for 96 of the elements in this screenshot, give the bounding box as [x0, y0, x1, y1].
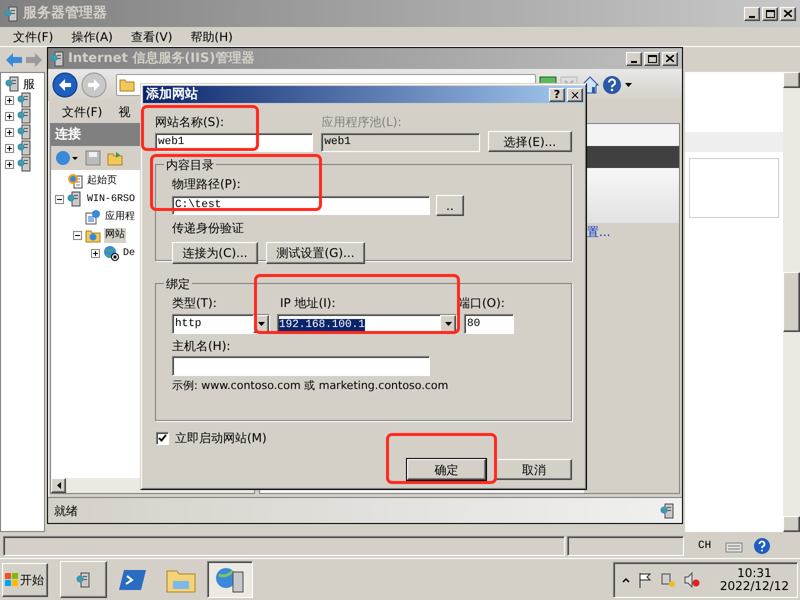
close-button[interactable] [780, 6, 796, 20]
port-field[interactable]: 80 [464, 314, 514, 334]
globe-server-icon [660, 502, 676, 518]
tree-item[interactable]: 应用程 [104, 210, 136, 224]
caret-icon [258, 322, 264, 326]
ok-button[interactable]: 确定 [407, 459, 486, 480]
expand-icon[interactable] [5, 112, 14, 120]
globe-stop-icon [103, 245, 119, 261]
type-label: 类型(T): [172, 295, 218, 312]
windows-logo-icon [5, 572, 19, 586]
window-title: Internet 信息服务(IIS)管理器 [68, 50, 254, 68]
maximize-button[interactable] [762, 6, 778, 20]
server-icon [5, 76, 21, 92]
panel-title: 连接 [55, 126, 81, 144]
connect-as-button[interactable]: 连接为(C)... [172, 242, 258, 264]
help-icon[interactable] [602, 75, 622, 95]
menu-item[interactable]: 文件(F) [62, 103, 102, 121]
start-button[interactable]: 开始 [2, 562, 48, 596]
server-icon [17, 92, 33, 108]
back-button[interactable] [52, 72, 78, 98]
caret-icon [444, 322, 452, 326]
server-toolbox-icon [76, 572, 92, 588]
example-text: 示例: www.contoso.com 或 marketing.contoso.com [172, 378, 450, 394]
site-name-label: 网站名称(S): [155, 114, 226, 131]
terminal-icon [119, 568, 147, 592]
close-button[interactable]: × [567, 88, 583, 102]
expand-icon[interactable] [5, 160, 14, 168]
server-icon [17, 140, 33, 156]
type-dropdown[interactable]: http [172, 314, 270, 334]
menu-item[interactable]: 视 [118, 103, 130, 121]
taskbar-button[interactable] [207, 561, 253, 598]
maximize-button[interactable] [644, 52, 660, 66]
clock-date[interactable]: 2022/12/12 [720, 580, 789, 592]
collapse-icon[interactable] [54, 194, 64, 204]
menu-item[interactable]: 操作(A) [71, 28, 113, 46]
expand-icon[interactable] [90, 248, 100, 258]
tree-item[interactable]: De [122, 246, 136, 260]
expand-icon[interactable] [5, 96, 14, 104]
expand-icon[interactable] [5, 144, 14, 152]
group-title: 绑定 [164, 275, 192, 293]
close-button[interactable] [662, 52, 678, 66]
browse-button[interactable]: .. [436, 195, 464, 216]
help-button[interactable]: ? [549, 88, 565, 102]
server-icon [4, 6, 20, 22]
app-pool-label: 应用程序池(L): [321, 114, 402, 131]
server-icon [17, 124, 33, 140]
clock-time[interactable]: 10:31 [737, 566, 772, 580]
cancel-button[interactable]: 取消 [496, 459, 572, 480]
host-field[interactable] [172, 356, 430, 376]
menu-item[interactable]: 帮助(H) [190, 28, 233, 46]
globe-icon[interactable] [55, 149, 79, 167]
select-button[interactable]: 选择(E)... [488, 131, 572, 152]
speaker-muted-icon[interactable] [684, 572, 700, 588]
globe-server-icon [50, 50, 66, 66]
server-icon [17, 156, 33, 172]
help-icon[interactable] [753, 537, 772, 555]
host-label: 主机名(H): [172, 338, 232, 355]
menu-item[interactable]: 文件(F) [13, 28, 54, 46]
minimize-button[interactable] [626, 52, 642, 66]
ip-label: IP 地址(I): [279, 295, 337, 312]
menu-item[interactable]: 查看(V) [130, 28, 172, 46]
close-icon [666, 55, 674, 62]
status-text: 就绪 [54, 502, 78, 520]
close-icon [784, 10, 792, 17]
chevron-up-icon[interactable] [622, 576, 630, 584]
save-icon[interactable] [85, 150, 101, 166]
document-globe-icon [85, 209, 101, 225]
flag-icon[interactable] [638, 572, 652, 588]
tree-item[interactable]: 服 [23, 75, 35, 93]
dialog-title: 添加网站 [146, 86, 198, 104]
app-pool-field[interactable]: web1 [321, 133, 480, 152]
checkbox[interactable] [156, 432, 169, 444]
tree-item[interactable]: WIN-6RSO [86, 192, 136, 206]
start-now-label: 立即启动网站(M) [175, 430, 267, 447]
network-icon[interactable] [660, 572, 676, 588]
folder-icon [119, 78, 135, 92]
ip-value: 192.168.100.1 [279, 319, 365, 332]
collapse-icon[interactable] [72, 230, 82, 240]
tree-item[interactable]: 起始页 [86, 174, 118, 188]
window-title: 服务器管理器 [23, 4, 107, 23]
path-field[interactable]: C:\test [172, 196, 430, 215]
vertical-scrollbar[interactable] [783, 72, 800, 532]
globe-server-icon [215, 566, 245, 594]
test-settings-button[interactable]: 测试设置(G)... [266, 242, 365, 264]
caret-icon[interactable] [625, 83, 632, 87]
globe-page-icon [67, 173, 83, 189]
tree-item[interactable]: 网站 [104, 228, 126, 242]
globe-server-icon [67, 191, 83, 207]
expand-icon[interactable] [5, 128, 14, 136]
language-indicator[interactable]: CH [698, 538, 712, 554]
action-link[interactable]: 置... [584, 223, 679, 241]
scroll-left-icon[interactable] [56, 482, 60, 489]
path-label: 物理路径(P): [172, 176, 242, 193]
server-icon [17, 108, 33, 124]
minimize-button[interactable] [744, 6, 760, 20]
auth-label: 传递身份验证 [172, 220, 245, 237]
